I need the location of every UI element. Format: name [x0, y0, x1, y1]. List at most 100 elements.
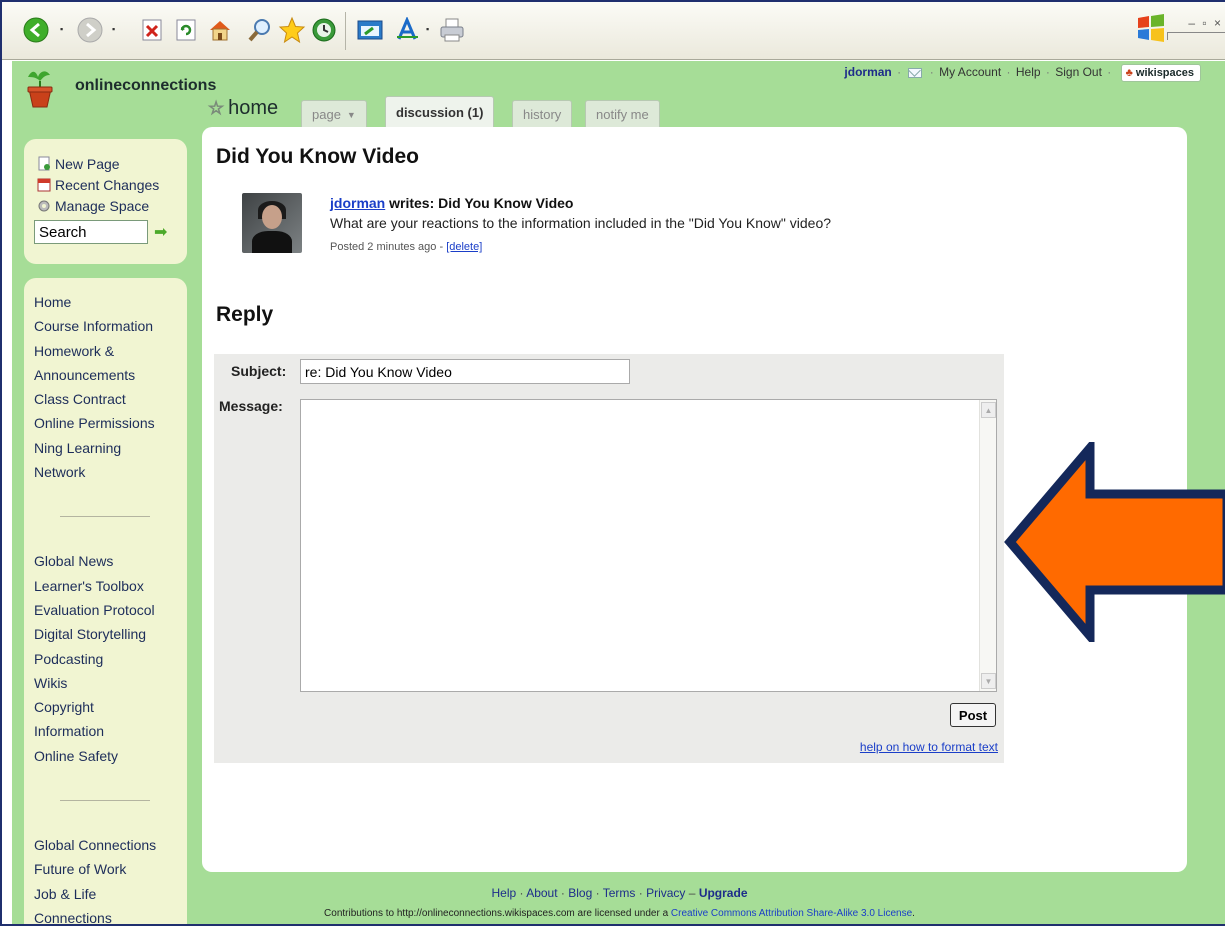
calendar-icon: [36, 177, 51, 192]
back-dropdown-icon[interactable]: ▪: [60, 24, 63, 34]
search-input[interactable]: [34, 220, 148, 244]
tab-history[interactable]: history: [512, 100, 573, 128]
search-row: ➡: [34, 220, 187, 244]
forward-icon[interactable]: [76, 16, 104, 44]
subject-field[interactable]: [300, 359, 630, 384]
sidebar-tools: New Page Recent Changes Manage Space ➡: [24, 139, 187, 264]
chevron-down-icon: ▼: [346, 109, 356, 120]
page-title-text: home: [228, 97, 279, 119]
nav-link[interactable]: Evaluation Protocol: [24, 598, 187, 622]
site-logo-icon[interactable]: [24, 67, 56, 111]
new-page-link[interactable]: New Page: [24, 153, 187, 174]
nav-link[interactable]: Global News: [24, 549, 187, 573]
recent-changes-link[interactable]: Recent Changes: [24, 174, 187, 195]
wikispaces-logo-icon: ♣: [1125, 67, 1133, 79]
search-icon[interactable]: [246, 16, 274, 44]
watch-star-icon[interactable]: ☆: [207, 98, 224, 119]
nav-link[interactable]: Wikis: [24, 671, 187, 695]
footer-links: Help · About · Blog · Terms · Privacy – …: [12, 886, 1225, 900]
nav-link[interactable]: Global Connections: [24, 833, 187, 857]
footer-separator: –: [688, 886, 696, 900]
wikispaces-badge[interactable]: ♣ wikispaces: [1120, 64, 1201, 82]
user-bar: jdorman · · My Account · Help · Sign Out…: [844, 64, 1201, 82]
window-controls[interactable]: – ▫ ×: [1188, 16, 1223, 30]
manage-space-label: Manage Space: [55, 197, 150, 214]
new-page-icon: [36, 156, 51, 171]
back-icon[interactable]: [22, 16, 50, 44]
nav-link[interactable]: Online Permissions: [24, 411, 187, 435]
post-meta: Posted 2 minutes ago - [delete]: [330, 241, 482, 253]
nav-link[interactable]: Information: [24, 719, 187, 743]
nav-link[interactable]: Course Information: [24, 314, 187, 338]
avatar[interactable]: [242, 193, 302, 253]
subject-label: Subject:: [231, 363, 287, 379]
tab-notify-label: notify me: [596, 107, 649, 122]
tab-discussion[interactable]: discussion (1): [385, 96, 495, 128]
message-scrollbar[interactable]: ▲ ▼: [979, 400, 996, 691]
font-icon[interactable]: [394, 16, 422, 44]
scroll-up-icon[interactable]: ▲: [981, 402, 996, 418]
message-label: Message:: [219, 398, 283, 414]
tab-page[interactable]: page ▼: [301, 100, 367, 128]
footer-upgrade-link[interactable]: Upgrade: [699, 886, 748, 900]
nav-link[interactable]: Podcasting: [24, 647, 187, 671]
footer-help-link[interactable]: Help: [491, 886, 516, 900]
site-name[interactable]: onlineconnections: [75, 77, 216, 95]
footer-blog-link[interactable]: Blog: [568, 886, 592, 900]
userbar-separator: ·: [1107, 65, 1112, 80]
nav-link[interactable]: Announcements: [24, 363, 187, 387]
license-suffix: .: [912, 908, 915, 919]
post-button[interactable]: Post: [950, 703, 996, 727]
post-author-link[interactable]: jdorman: [330, 195, 385, 211]
nav-link[interactable]: Learner's Toolbox: [24, 574, 187, 598]
home-icon[interactable]: [206, 16, 234, 44]
new-page-label: New Page: [55, 155, 120, 172]
forward-dropdown-icon[interactable]: ▪: [112, 24, 115, 34]
font-dropdown-icon[interactable]: ▪: [426, 24, 429, 34]
footer-terms-link[interactable]: Terms: [603, 886, 636, 900]
print-icon[interactable]: [438, 16, 466, 44]
help-link[interactable]: Help: [1016, 65, 1041, 79]
message-envelope-icon[interactable]: [908, 68, 923, 78]
userbar-separator: ·: [929, 65, 934, 80]
media-icon[interactable]: [356, 16, 384, 44]
post-heading-text: writes: Did You Know Video: [385, 195, 574, 211]
userbar-separator: ·: [1045, 65, 1050, 80]
refresh-icon[interactable]: [172, 16, 200, 44]
license-link[interactable]: Creative Commons Attribution Share-Alike…: [671, 908, 912, 919]
avatar-face: [262, 205, 282, 229]
stop-icon[interactable]: [138, 16, 166, 44]
post-heading: jdorman writes: Did You Know Video: [330, 195, 573, 211]
tab-history-label: history: [523, 107, 562, 122]
callout-arrow-icon: [1004, 442, 1225, 642]
nav-link[interactable]: Network: [24, 460, 187, 484]
nav-link[interactable]: Class Contract: [24, 387, 187, 411]
format-help-link[interactable]: help on how to format text: [860, 740, 998, 754]
nav-link[interactable]: Future of Work: [24, 857, 187, 881]
scroll-down-icon[interactable]: ▼: [981, 673, 996, 689]
nav-link[interactable]: Digital Storytelling: [24, 622, 187, 646]
sign-out-link[interactable]: Sign Out: [1055, 65, 1102, 79]
tab-notify-me[interactable]: notify me: [585, 100, 660, 128]
favorites-icon[interactable]: [278, 16, 306, 44]
manage-space-link[interactable]: Manage Space: [24, 195, 187, 216]
nav-link[interactable]: Copyright: [24, 695, 187, 719]
history-icon[interactable]: [310, 16, 338, 44]
nav-link[interactable]: Ning Learning: [24, 436, 187, 460]
delete-post-link[interactable]: [delete]: [446, 241, 482, 253]
reply-form: Subject: Message: ▲ ▼ Post help on how t…: [214, 354, 1004, 763]
nav-link[interactable]: Homework &: [24, 339, 187, 363]
my-account-link[interactable]: My Account: [939, 65, 1001, 79]
nav-link[interactable]: Home: [24, 290, 187, 314]
footer-about-link[interactable]: About: [526, 886, 557, 900]
post-body: What are your reactions to the informati…: [330, 215, 832, 231]
nav-link[interactable]: Online Safety: [24, 744, 187, 768]
message-textarea[interactable]: [300, 399, 997, 692]
search-go-icon[interactable]: ➡: [154, 222, 167, 242]
page-title: ☆ home: [207, 97, 279, 120]
nav-divider: [60, 800, 150, 802]
footer-privacy-link[interactable]: Privacy: [646, 886, 685, 900]
tab-page-label: page: [312, 107, 341, 122]
footer-separator: ·: [595, 886, 600, 900]
username-link[interactable]: jdorman: [844, 65, 891, 79]
